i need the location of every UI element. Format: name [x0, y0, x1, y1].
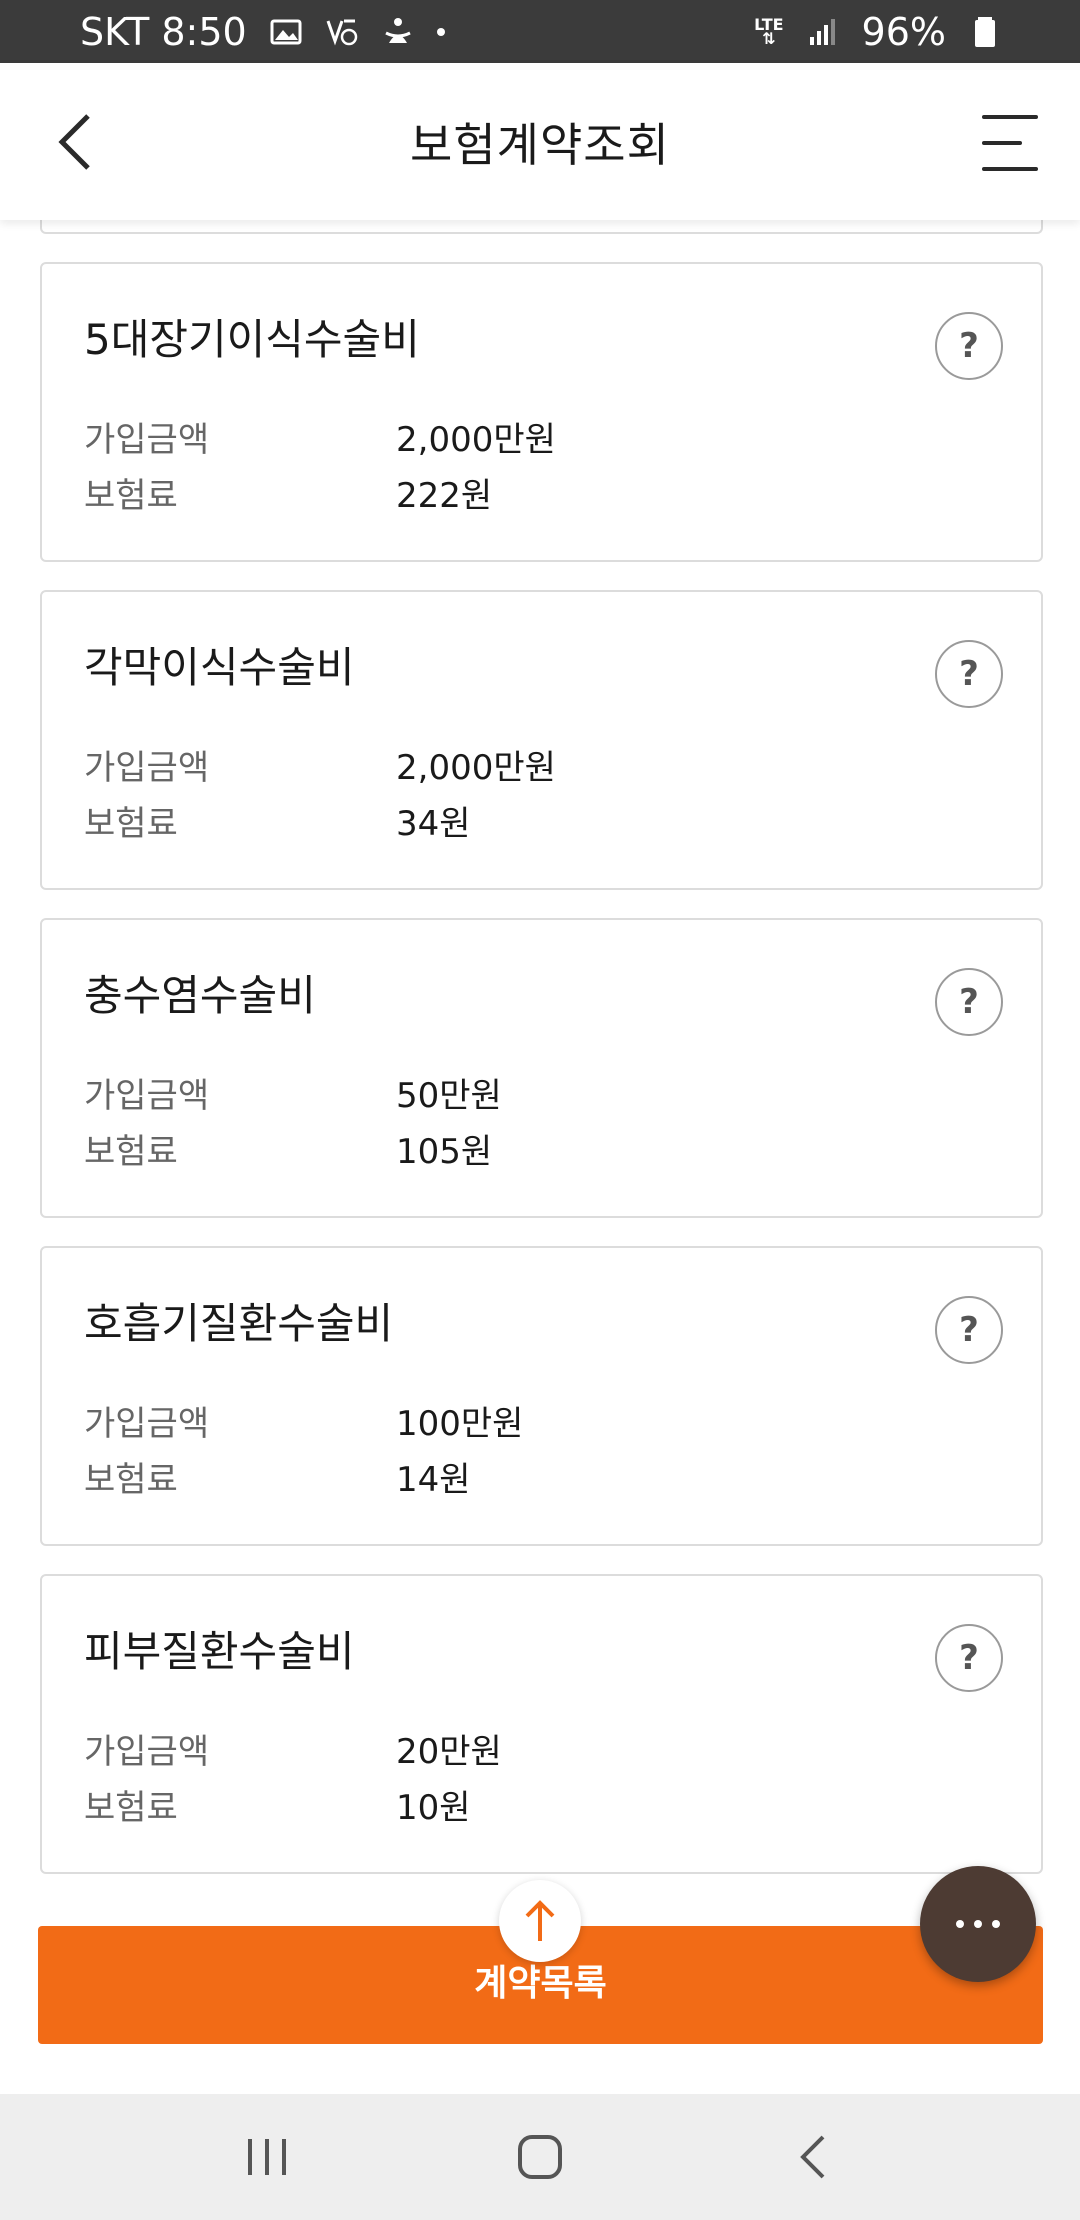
- amount-label: 가입금액: [84, 748, 210, 788]
- amount-value: 2,000만원: [396, 420, 556, 460]
- premium-row: 보험료 222원: [84, 468, 492, 517]
- help-icon: ?: [959, 1638, 979, 1678]
- back-arrow-icon: [58, 114, 90, 170]
- page-title: 보험계약조회: [410, 117, 670, 172]
- menu-line: [982, 115, 1038, 119]
- status-right: LTE ⇅ 96%: [754, 10, 1002, 54]
- help-icon: ?: [959, 1310, 979, 1350]
- amount-value: 2,000만원: [396, 748, 556, 788]
- coverage-name: 충수염수술비: [84, 971, 316, 1020]
- system-back-button[interactable]: [773, 2117, 853, 2197]
- coverage-name: 5대장기이식수술비: [84, 315, 420, 364]
- lte-indicator: LTE ⇅: [754, 14, 784, 48]
- amount-value: 50만원: [396, 1076, 502, 1116]
- system-nav-bar: [0, 2094, 1080, 2220]
- help-icon: ?: [959, 982, 979, 1022]
- amount-label: 가입금액: [84, 1732, 210, 1772]
- amount-label: 가입금액: [84, 1404, 210, 1444]
- hamburger-menu-button[interactable]: [982, 115, 1042, 171]
- signal-icon: [806, 15, 840, 49]
- premium-label: 보험료: [84, 476, 178, 516]
- amount-row: 가입금액 20만원: [84, 1724, 502, 1773]
- more-button[interactable]: [920, 1866, 1036, 1982]
- amount-value: 100만원: [396, 1404, 524, 1444]
- premium-label: 보험료: [84, 1132, 178, 1172]
- recent-apps-button[interactable]: [227, 2117, 307, 2197]
- amount-row: 가입금액 50만원: [84, 1068, 502, 1117]
- app-header: 보험계약조회: [0, 63, 1080, 220]
- dot-icon: [436, 27, 445, 36]
- battery-icon: [968, 15, 1002, 49]
- recent-apps-icon: [247, 2139, 286, 2175]
- premium-value: 222원: [396, 476, 493, 516]
- volte-icon: [325, 15, 359, 49]
- help-button[interactable]: ?: [935, 312, 1003, 380]
- status-bar: SKT 8:50 LTE ⇅ 96%: [0, 0, 1080, 63]
- coverage-name: 호흡기질환수술비: [84, 1299, 394, 1348]
- help-icon: ?: [959, 654, 979, 694]
- help-button[interactable]: ?: [935, 640, 1003, 708]
- scroll-top-button[interactable]: [499, 1880, 581, 1962]
- help-button[interactable]: ?: [935, 968, 1003, 1036]
- coverage-card: 충수염수술비 ? 가입금액 50만원 보험료 105원: [40, 918, 1043, 1218]
- amount-value: 20만원: [396, 1732, 502, 1772]
- coverage-name: 피부질환수술비: [84, 1627, 355, 1676]
- status-left: SKT 8:50: [80, 10, 445, 54]
- home-button[interactable]: [500, 2117, 580, 2197]
- coverage-name: 각막이식수술비: [84, 643, 355, 692]
- amount-row: 가입금액 2,000만원: [84, 412, 556, 461]
- premium-row: 보험료 10원: [84, 1780, 471, 1829]
- premium-label: 보험료: [84, 1788, 178, 1828]
- premium-label: 보험료: [84, 1460, 178, 1500]
- premium-value: 14원: [396, 1460, 471, 1500]
- premium-row: 보험료 34원: [84, 796, 471, 845]
- premium-row: 보험료 14원: [84, 1452, 471, 1501]
- image-icon: [269, 15, 303, 49]
- arrow-up-icon: [525, 1900, 555, 1941]
- amount-label: 가입금액: [84, 1076, 210, 1116]
- accessibility-icon: [381, 15, 415, 49]
- more-dots-icon: [956, 1920, 964, 1928]
- premium-value: 10원: [396, 1788, 471, 1828]
- premium-value: 34원: [396, 804, 471, 844]
- back-button[interactable]: [44, 107, 104, 177]
- help-button[interactable]: ?: [935, 1624, 1003, 1692]
- help-icon: ?: [959, 326, 979, 366]
- amount-row: 가입금액 100만원: [84, 1396, 523, 1445]
- carrier-time: SKT 8:50: [80, 9, 247, 54]
- amount-label: 가입금액: [84, 420, 210, 460]
- coverage-card: 호흡기질환수술비 ? 가입금액 100만원 보험료 14원: [40, 1246, 1043, 1546]
- premium-row: 보험료 105원: [84, 1124, 492, 1173]
- home-icon: [517, 2135, 562, 2179]
- premium-label: 보험료: [84, 804, 178, 844]
- premium-value: 105원: [396, 1132, 493, 1172]
- coverage-card: 5대장기이식수술비 ? 가입금액 2,000만원 보험료 222원: [40, 262, 1043, 562]
- coverage-card: 피부질환수술비 ? 가입금액 20만원 보험료 10원: [40, 1574, 1043, 1874]
- menu-line: [982, 167, 1038, 171]
- coverage-card: 각막이식수술비 ? 가입금액 2,000만원 보험료 34원: [40, 590, 1043, 890]
- back-icon: [800, 2135, 825, 2179]
- help-button[interactable]: ?: [935, 1296, 1003, 1364]
- amount-row: 가입금액 2,000만원: [84, 740, 556, 789]
- menu-line: [982, 141, 1022, 145]
- battery-percent: 96%: [861, 9, 946, 54]
